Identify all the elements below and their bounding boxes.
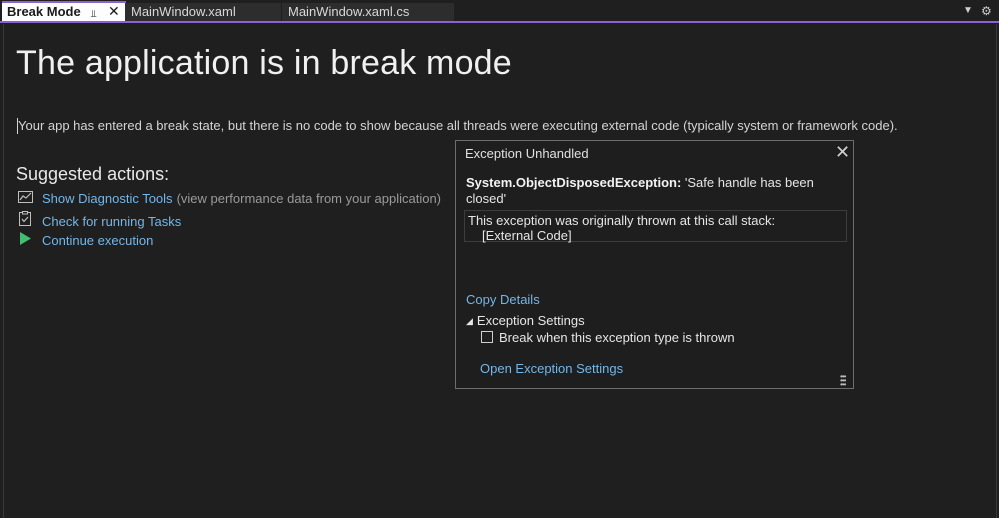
break-info-text: Your app has entered a break state, but …	[18, 118, 898, 133]
break-when-thrown-checkbox[interactable]	[481, 331, 493, 343]
continue-execution-link[interactable]: Continue execution	[42, 233, 153, 248]
tab-break-mode[interactable]: Break Mode ⫫ ✕	[2, 1, 126, 21]
close-icon[interactable]: ✕	[835, 142, 850, 163]
suggested-actions-heading: Suggested actions:	[16, 164, 170, 184]
exception-unhandled-popup: Exception Unhandled ✕ System.ObjectDispo…	[455, 140, 854, 389]
tab-label: MainWindow.xaml.cs	[288, 4, 410, 19]
pin-icon[interactable]: ⫫	[91, 6, 101, 20]
resize-grip-icon[interactable]: ••• ••• •••	[840, 373, 846, 389]
call-stack-intro: This exception was originally thrown at …	[468, 213, 776, 228]
document-tab-strip: Break Mode ⫫ ✕ MainWindow.xaml MainWindo…	[0, 0, 999, 24]
tab-mainwindow-xaml[interactable]: MainWindow.xaml	[125, 3, 281, 21]
exception-message: System.ObjectDisposedException: 'Safe ha…	[466, 175, 836, 207]
open-exception-settings-link[interactable]: Open Exception Settings	[480, 361, 623, 376]
check-running-tasks-link[interactable]: Check for running Tasks	[42, 214, 181, 229]
break-when-thrown-row: Break when this exception type is thrown	[481, 330, 735, 345]
expand-triangle-icon: ◢	[466, 316, 473, 326]
page-title: The application is in break mode	[16, 44, 512, 82]
close-icon[interactable]: ✕	[108, 3, 120, 20]
exception-type: System.ObjectDisposedException:	[466, 175, 682, 190]
chevron-down-icon[interactable]: ▼	[963, 5, 973, 16]
chart-icon	[16, 190, 34, 208]
clipboard-check-icon	[16, 211, 34, 231]
call-stack-frame[interactable]: [External Code]	[468, 228, 843, 243]
action-continue-execution: Continue execution	[16, 232, 153, 250]
exception-settings-toggle[interactable]: ◢ Exception Settings	[466, 313, 585, 328]
exception-settings-label: Exception Settings	[476, 313, 585, 328]
show-diagnostic-tools-link[interactable]: Show Diagnostic Tools	[42, 191, 173, 206]
popup-title: Exception Unhandled	[465, 146, 589, 161]
action-show-diagnostic-tools: Show Diagnostic Tools (view performance d…	[16, 190, 441, 208]
play-icon	[16, 232, 34, 250]
tab-strip-underline	[0, 21, 999, 23]
action-check-running-tasks: Check for running Tasks	[16, 211, 181, 229]
tab-label: MainWindow.xaml	[131, 4, 236, 19]
break-when-thrown-label[interactable]: Break when this exception type is thrown	[499, 330, 735, 345]
copy-details-link[interactable]: Copy Details	[466, 292, 540, 307]
tab-label: Break Mode	[7, 4, 81, 19]
call-stack-box: This exception was originally thrown at …	[464, 210, 847, 243]
gear-icon[interactable]: ⚙	[981, 4, 992, 18]
diagnostic-tools-hint: (view performance data from your applica…	[176, 191, 442, 206]
tab-mainwindow-xaml-cs[interactable]: MainWindow.xaml.cs	[282, 3, 454, 21]
